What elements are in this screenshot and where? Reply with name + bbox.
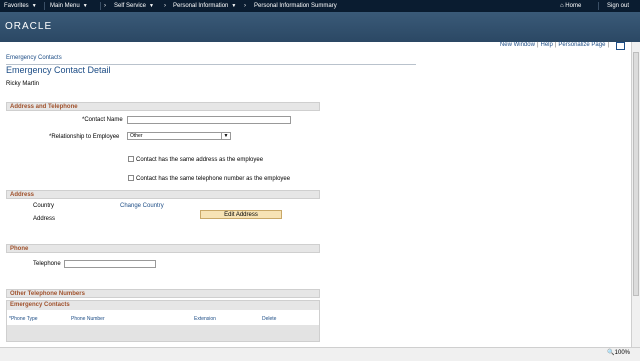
- help-link[interactable]: Help: [541, 42, 553, 48]
- same-address-checkbox[interactable]: [128, 156, 134, 162]
- emergency-contacts-grid: Emergency Contacts *Phone Type Phone Num…: [6, 300, 320, 342]
- page-title: Emergency Contact Detail: [6, 65, 111, 75]
- country-label: Country: [33, 203, 55, 209]
- breadcrumb-arrow-icon: ›: [244, 3, 246, 9]
- section-address: Address: [6, 190, 320, 199]
- column-phone-type[interactable]: *Phone Type: [9, 315, 38, 324]
- link-separator: |: [607, 42, 609, 48]
- favorites-label: Favorites: [4, 3, 29, 9]
- table-row: [7, 325, 319, 341]
- link-separator: |: [536, 42, 539, 48]
- same-phone-label: Contact has the same telephone number as…: [136, 176, 291, 182]
- main-menu-label: Main Menu: [50, 3, 80, 9]
- zoom-icon: 🔍: [607, 350, 615, 356]
- nav-divider: [598, 2, 599, 10]
- scrollbar-thumb[interactable]: [633, 52, 639, 296]
- telephone-label: Telephone: [33, 261, 61, 267]
- relationship-value: Other: [130, 133, 143, 139]
- personalize-page-link[interactable]: Personalize Page: [558, 42, 605, 48]
- personal-information-label: Personal Information: [173, 3, 229, 9]
- breadcrumb[interactable]: Emergency Contacts: [6, 55, 62, 61]
- zoom-level: 100%: [614, 350, 630, 356]
- column-delete[interactable]: Delete: [262, 315, 276, 324]
- top-navigation-bar: Favorites ▼ Main Menu ▼ › Self Service ▼ › …: [0, 0, 640, 12]
- chevron-down-icon: ▼: [31, 3, 37, 9]
- same-phone-checkbox[interactable]: [128, 175, 134, 181]
- breadcrumb-arrow-icon: ›: [164, 3, 166, 9]
- self-service-label: Self Service: [114, 3, 147, 9]
- contact-name-label: *Contact Name: [82, 117, 123, 123]
- grid-header: *Phone Type Phone Number Extension Delet…: [7, 315, 319, 324]
- chevron-down-icon: ▼: [149, 3, 154, 9]
- chevron-down-icon: ▼: [82, 3, 88, 9]
- self-service-menu[interactable]: Self Service ▼: [114, 0, 154, 12]
- home-link[interactable]: ⌂ Home: [560, 0, 581, 12]
- column-extension[interactable]: Extension: [194, 315, 216, 324]
- relationship-select[interactable]: Other ▼: [127, 132, 231, 140]
- section-other-telephone: Other Telephone Numbers: [6, 289, 320, 298]
- dropdown-arrow-icon: ▼: [221, 133, 230, 139]
- contact-name-input[interactable]: [127, 116, 291, 124]
- brand-header: [0, 12, 640, 42]
- nav-divider: [100, 2, 101, 10]
- new-window-link[interactable]: New Window: [500, 42, 535, 48]
- zoom-control[interactable]: 🔍100%: [607, 349, 630, 356]
- home-icon: ⌂: [560, 3, 564, 9]
- chevron-down-icon: ▼: [231, 3, 237, 9]
- address-label: Address: [33, 216, 56, 222]
- home-label: Home: [565, 3, 582, 9]
- sign-out-link[interactable]: Sign out: [607, 0, 629, 12]
- main-menu[interactable]: Main Menu ▼: [50, 0, 88, 12]
- section-phone: Phone: [6, 244, 320, 253]
- personal-information-menu[interactable]: Personal Information ▼: [173, 0, 236, 12]
- favorites-menu[interactable]: Favorites ▼: [4, 0, 37, 12]
- relationship-label: *Relationship to Employee: [49, 134, 120, 140]
- employee-name: Ricky Martin: [6, 81, 40, 87]
- page-links: New Window | Help | Personalize Page |: [499, 42, 610, 48]
- column-phone-number[interactable]: Phone Number: [71, 315, 105, 324]
- oracle-logo: ORACLE: [5, 21, 53, 32]
- personal-information-summary-link[interactable]: Personal Information Summary: [254, 0, 337, 12]
- nav-divider: [44, 2, 45, 10]
- edit-address-button[interactable]: Edit Address: [200, 210, 282, 219]
- link-separator: |: [554, 42, 557, 48]
- status-bar: [0, 347, 640, 361]
- change-country-link[interactable]: Change Country: [120, 203, 164, 209]
- grid-title: Emergency Contacts: [7, 301, 319, 310]
- telephone-input[interactable]: [64, 260, 156, 268]
- section-address-telephone: Address and Telephone: [6, 102, 320, 111]
- breadcrumb-arrow-icon: ›: [104, 3, 106, 9]
- layout-grid-icon[interactable]: [616, 42, 625, 50]
- same-address-label: Contact has the same address as the empl…: [136, 157, 264, 163]
